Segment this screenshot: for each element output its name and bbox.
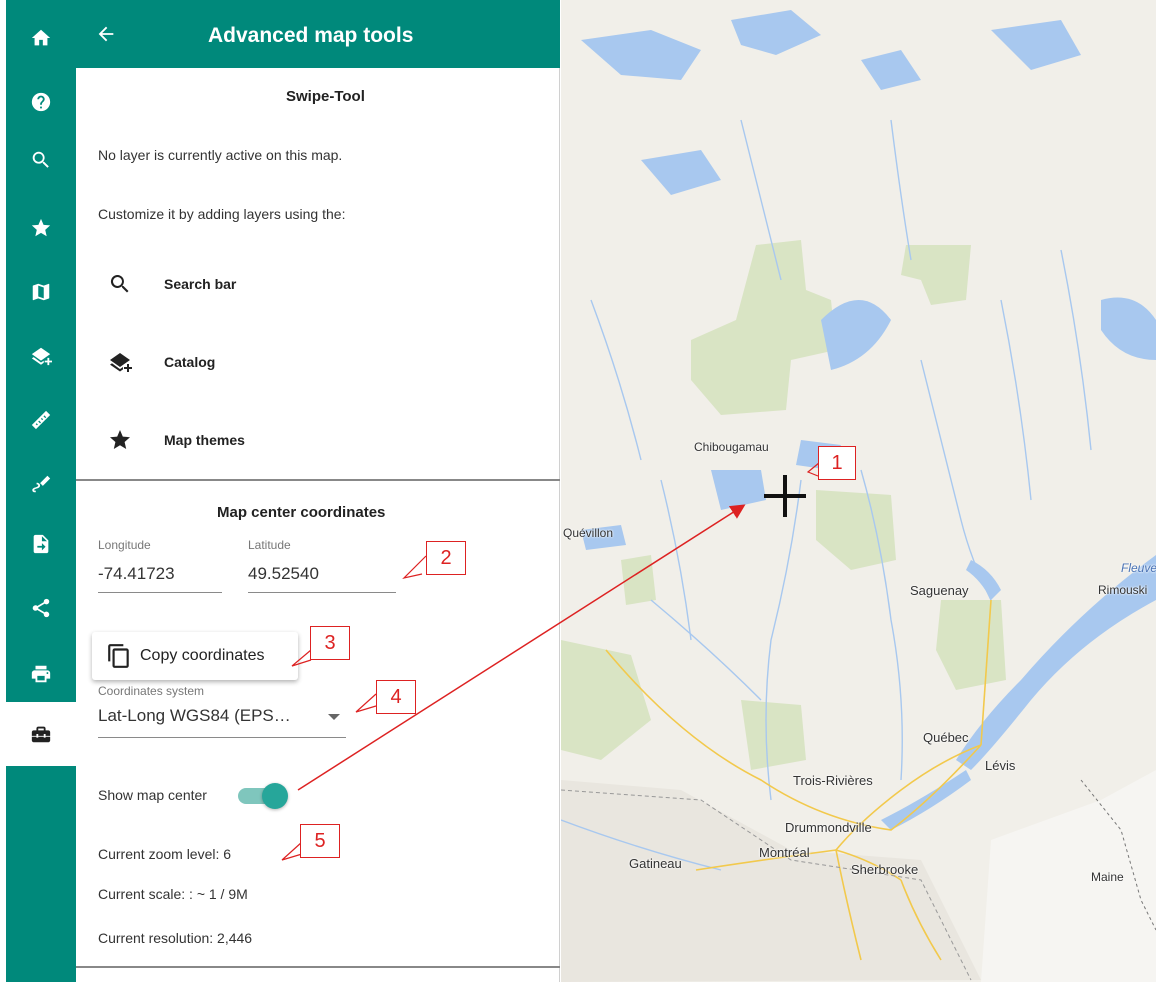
- customize-text: Customize it by adding layers using the:: [98, 206, 346, 222]
- print-button[interactable]: [6, 642, 76, 706]
- section-divider: [76, 479, 560, 481]
- longitude-field[interactable]: -74.41723: [98, 564, 175, 584]
- scale-text: Current scale: : ~ 1 / 9M: [98, 886, 248, 902]
- resolution-text: Current resolution: 2,446: [98, 930, 253, 946]
- swipe-tool-title: Swipe-Tool: [286, 88, 365, 105]
- city-label: Quévillon: [563, 526, 614, 540]
- share-button[interactable]: [6, 576, 76, 640]
- catalog-button[interactable]: [6, 324, 76, 388]
- callout-3: 3: [310, 626, 350, 660]
- copy-coordinates-button[interactable]: Copy coordinates: [92, 632, 298, 680]
- coordinates-system-value: Lat-Long WGS84 (EPS…: [98, 706, 291, 725]
- river-label: Fleuve: [1121, 561, 1156, 575]
- home-button[interactable]: [6, 6, 76, 70]
- panel-title: Advanced map tools: [208, 24, 414, 47]
- toolbox-icon: [31, 726, 51, 743]
- advanced-tools-button[interactable]: [6, 702, 76, 766]
- coordinates-system-label: Coordinates system: [98, 684, 205, 698]
- city-label: Chibougamau: [694, 440, 769, 454]
- latitude-underline: [248, 592, 396, 593]
- search-icon: [32, 151, 49, 168]
- coordinates-system-select[interactable]: Lat-Long WGS84 (EPS…: [98, 700, 346, 740]
- show-map-center-toggle[interactable]: [238, 782, 288, 809]
- city-label: Québec: [923, 730, 969, 745]
- latitude-label: Latitude: [248, 538, 291, 552]
- callout-2: 2: [426, 541, 466, 575]
- import-export-icon: [33, 534, 49, 554]
- star-icon: [106, 426, 134, 454]
- copy-coordinates-label: Copy coordinates: [140, 647, 265, 664]
- arrow-left-icon: [98, 26, 114, 42]
- search-bar-link[interactable]: Search bar: [106, 262, 526, 306]
- longitude-underline: [98, 592, 222, 593]
- map-themes-link[interactable]: Map themes: [106, 418, 526, 462]
- help-button[interactable]: [6, 70, 76, 134]
- layers-add-icon: [31, 347, 52, 366]
- ruler-icon: [31, 410, 51, 430]
- measure-button[interactable]: [6, 388, 76, 452]
- directions-icon: [32, 475, 51, 493]
- map-view[interactable]: Chibougamau Quévillon Saguenay Rimouski …: [561, 0, 1156, 982]
- toggle-thumb: [262, 783, 288, 809]
- city-label: Lévis: [985, 758, 1016, 773]
- city-label: Saguenay: [910, 583, 969, 598]
- callout-5: 5: [300, 824, 340, 858]
- show-map-center-label: Show map center: [98, 787, 207, 803]
- zoom-level-text: Current zoom level: 6: [98, 846, 232, 862]
- region-label: Maine: [1091, 870, 1124, 884]
- dropdown-arrow-icon: [328, 714, 340, 720]
- callout-4: 4: [376, 680, 416, 714]
- map-button[interactable]: [6, 260, 76, 324]
- import-export-button[interactable]: [6, 512, 76, 576]
- map-themes-label: Map themes: [164, 432, 245, 448]
- search-bar-label: Search bar: [164, 276, 237, 292]
- print-icon: [31, 665, 51, 683]
- search-button[interactable]: [6, 128, 76, 192]
- city-label: Sherbrooke: [851, 862, 919, 877]
- city-label: Trois-Rivières: [793, 773, 873, 788]
- map-center-title: Map center coordinates: [217, 504, 386, 521]
- map-icon: [32, 283, 50, 301]
- select-underline: [98, 737, 346, 738]
- star-icon: [31, 218, 51, 237]
- city-label: Drummondville: [785, 820, 872, 835]
- layers-add-icon: [106, 348, 134, 376]
- icon-sidebar: [6, 0, 76, 982]
- no-layer-text: No layer is currently active on this map…: [98, 147, 343, 163]
- share-icon: [32, 598, 50, 618]
- city-label: Montréal: [759, 845, 810, 860]
- copy-icon: [108, 644, 129, 668]
- favorites-button[interactable]: [6, 196, 76, 260]
- city-label: Rimouski: [1098, 583, 1148, 597]
- callout-1: 1: [818, 446, 856, 480]
- latitude-field[interactable]: 49.52540: [248, 564, 319, 584]
- catalog-link[interactable]: Catalog: [106, 340, 526, 384]
- panel-header: Advanced map tools: [76, 0, 560, 68]
- directions-button[interactable]: [6, 452, 76, 516]
- search-icon: [106, 270, 134, 298]
- back-button[interactable]: [92, 20, 120, 48]
- longitude-label: Longitude: [98, 538, 151, 552]
- city-label: Gatineau: [629, 856, 682, 871]
- home-icon: [31, 29, 51, 46]
- help-icon: [31, 92, 51, 112]
- catalog-label: Catalog: [164, 354, 216, 370]
- bottom-divider: [76, 966, 560, 968]
